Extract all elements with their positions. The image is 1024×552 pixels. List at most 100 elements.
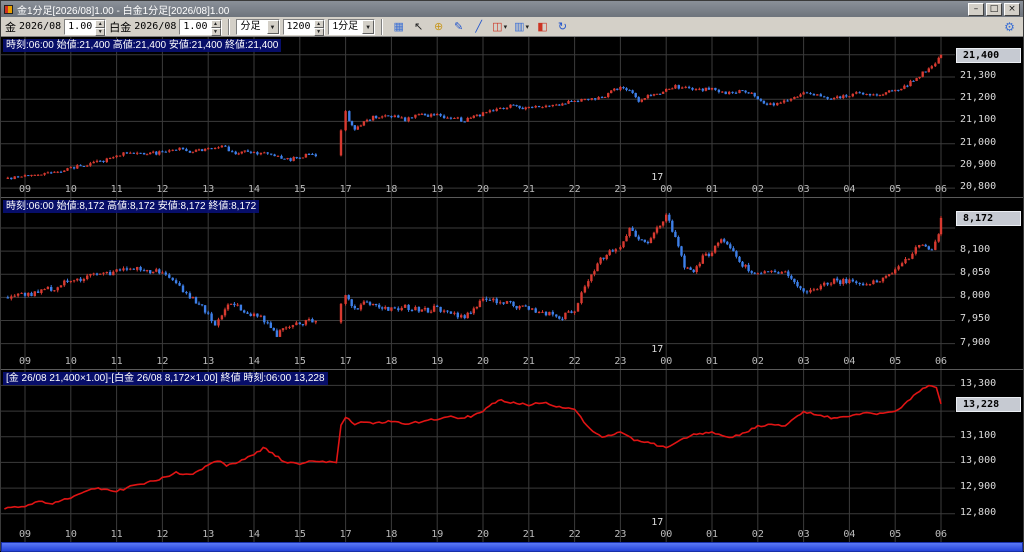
gold-price-axis[interactable]: 21,400 21,300 21,200 21,100 21,000 20,900 20,8…: [955, 37, 1023, 197]
interval-value: 1分足: [332, 20, 359, 32]
platinum-ratio-spinner[interactable]: 1.00 ▲ ▼: [179, 18, 222, 36]
current-price-label: 8,172: [956, 210, 1021, 226]
svg-text:11: 11: [111, 529, 123, 540]
gold-ratio-spin-buttons[interactable]: ▲ ▼: [95, 19, 106, 36]
svg-text:03: 03: [798, 356, 810, 367]
svg-text:06: 06: [935, 529, 947, 540]
trendline-icon[interactable]: ╱: [469, 18, 489, 35]
price-tick: 21,300: [960, 70, 997, 81]
gold-month[interactable]: 2026/08: [19, 21, 61, 32]
svg-text:00: 00: [660, 356, 672, 367]
platinum-ratio-spin-buttons[interactable]: ▲ ▼: [210, 19, 221, 36]
price-tick: 21,000: [960, 136, 997, 148]
toolbar-icon-group: ▦ ↖ ⊕ ✎ ╱ ◫ ▾ ▥ ▾ ◧ ↻: [389, 18, 572, 35]
compare-icon[interactable]: ◧: [533, 18, 552, 35]
svg-text:17: 17: [340, 184, 352, 195]
pan-hand-icon[interactable]: ⊕: [429, 18, 449, 35]
gold-plot[interactable]: 09 10 11 12 13 14 15 17 18 19 20 21 22 23 00 01 02 03 04 05…: [1, 37, 957, 197]
svg-text:02: 02: [752, 529, 764, 540]
svg-text:05: 05: [889, 356, 901, 367]
svg-text:13: 13: [202, 184, 214, 195]
toolbar-separator: [227, 18, 230, 35]
toolbar-separator: [381, 18, 384, 35]
price-tick: 8,000: [960, 290, 991, 302]
chevron-down-icon[interactable]: ▼: [266, 19, 279, 34]
platinum-chart-panel[interactable]: 09 10 11 12 13 14 15 17 18 19 20 21 22 23 00 01 02 03 04 05…: [1, 197, 1023, 369]
period-type-dropdown[interactable]: 分足 ▼: [235, 18, 280, 35]
gold-chart-panel[interactable]: 09 10 11 12 13 14 15 17 18 19 20 21 22 23 00 01 02 03 04 05…: [1, 37, 1023, 197]
svg-text:02: 02: [752, 356, 764, 367]
chevron-down-icon[interactable]: ▾: [504, 23, 508, 31]
maximize-button[interactable]: □: [986, 2, 1002, 16]
svg-text:03: 03: [798, 184, 810, 195]
price-tick: 7,950: [960, 313, 991, 325]
app-icon: [4, 4, 13, 14]
refresh-icon[interactable]: ↻: [553, 18, 572, 35]
spread-price-axis[interactable]: 13,300 13,228 13,100 13,000 12,900 12,800: [955, 370, 1023, 542]
svg-text:11: 11: [111, 356, 123, 367]
trendline-icon: ╱: [475, 21, 482, 33]
spin-down-icon[interactable]: ▼: [95, 27, 106, 36]
compare-icon: ◧: [537, 21, 548, 33]
svg-text:18: 18: [385, 529, 397, 540]
platinum-plot[interactable]: 09 10 11 12 13 14 15 17 18 19 20 21 22 23 00 01 02 03 04 05…: [1, 198, 957, 369]
platinum-month[interactable]: 2026/08: [134, 21, 176, 32]
indicator-icon: ▥: [514, 21, 525, 33]
indicator-icon[interactable]: ▥ ▾: [511, 18, 532, 35]
price-tick: 12,900: [960, 481, 997, 493]
pencil-icon[interactable]: ✎: [449, 18, 469, 35]
svg-text:18: 18: [385, 356, 397, 367]
gold-label: 金: [5, 21, 16, 34]
spin-down-icon[interactable]: ▼: [210, 27, 221, 36]
spin-up-icon[interactable]: ▲: [313, 19, 324, 28]
close-button[interactable]: ×: [1004, 2, 1020, 16]
price-tick: 21,200: [960, 92, 997, 104]
chart-type-icon: ◫: [492, 21, 503, 33]
svg-text:04: 04: [843, 356, 855, 367]
spread-plot[interactable]: 09 10 11 12 13 14 15 17 18 19 20 21 22 23 00 01 02 03 04 05…: [1, 370, 957, 542]
svg-text:22: 22: [569, 529, 581, 540]
svg-text:10: 10: [65, 184, 77, 195]
svg-text:00: 00: [660, 529, 672, 540]
layout-grid-icon[interactable]: ▦: [389, 18, 409, 35]
spin-up-icon[interactable]: ▲: [210, 19, 221, 28]
svg-text:20: 20: [477, 529, 489, 540]
chevron-down-icon[interactable]: ▼: [362, 19, 375, 34]
cursor-icon[interactable]: ↖: [409, 18, 429, 35]
svg-text:20: 20: [477, 184, 489, 195]
price-tick: 20,800: [960, 181, 997, 193]
price-tick: 20,900: [960, 158, 997, 170]
bar-count-spinner[interactable]: 1200 ▲ ▼: [282, 18, 325, 36]
price-tick: 21,100: [960, 114, 997, 126]
svg-text:05: 05: [889, 529, 901, 540]
interval-dropdown[interactable]: 1分足 ▼: [327, 18, 376, 35]
svg-text:23: 23: [614, 184, 626, 195]
gold-ratio-spinner[interactable]: 1.00 ▲ ▼: [64, 18, 107, 36]
layout-grid-icon: ▦: [393, 21, 404, 33]
svg-text:06: 06: [935, 356, 947, 367]
pan-hand-icon: ⊕: [434, 21, 444, 33]
minimize-button[interactable]: –: [968, 2, 984, 16]
svg-text:23: 23: [614, 356, 626, 367]
spread-chart-panel[interactable]: 09 10 11 12 13 14 15 17 18 19 20 21 22 23 00 01 02 03 04 05…: [1, 369, 1023, 542]
titlebar[interactable]: 金1分足[2026/08]1.00 - 白金1分足[2026/08]1.00 –…: [1, 1, 1023, 17]
app-window: 金1分足[2026/08]1.00 - 白金1分足[2026/08]1.00 –…: [0, 0, 1024, 552]
spin-up-icon[interactable]: ▲: [95, 19, 106, 28]
svg-text:13: 13: [202, 356, 214, 367]
price-tick: 13,100: [960, 429, 997, 441]
spread-formula-info: [金 26/08 21,400×1.00]-[白金 26/08 8,172×1.…: [3, 372, 328, 385]
spin-down-icon[interactable]: ▼: [313, 27, 324, 36]
svg-text:14: 14: [248, 184, 260, 195]
svg-text:17: 17: [651, 172, 663, 183]
chart-type-icon[interactable]: ◫ ▾: [489, 18, 511, 35]
platinum-price-axis[interactable]: 8,172 8,100 8,050 8,000 7,950 7,900: [955, 198, 1023, 369]
settings-icon[interactable]: ⚙: [1000, 18, 1019, 35]
svg-text:10: 10: [65, 529, 77, 540]
svg-text:02: 02: [752, 184, 764, 195]
svg-text:09: 09: [19, 356, 31, 367]
svg-text:17: 17: [651, 344, 663, 355]
bar-count-spin-buttons[interactable]: ▲ ▼: [313, 19, 324, 36]
chevron-down-icon[interactable]: ▾: [525, 23, 529, 31]
svg-text:12: 12: [156, 184, 168, 195]
svg-text:17: 17: [340, 529, 352, 540]
